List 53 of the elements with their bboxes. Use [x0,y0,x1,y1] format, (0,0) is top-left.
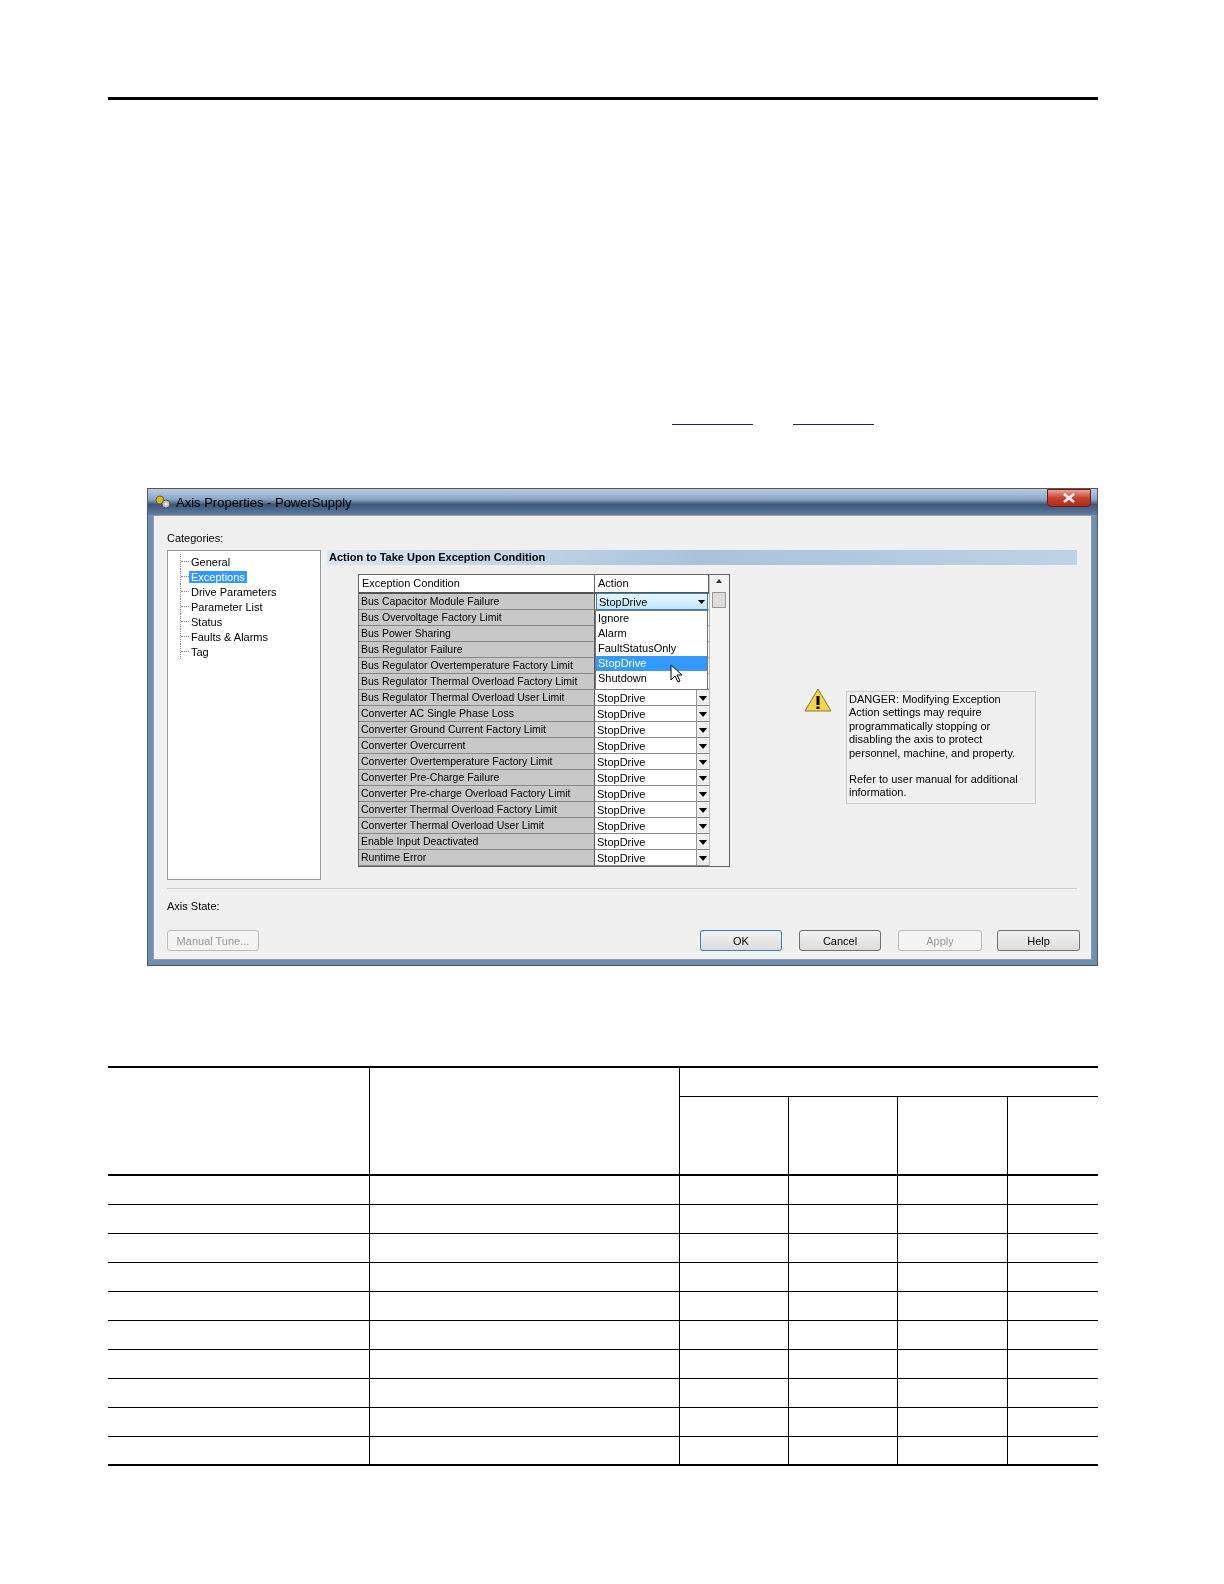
table-cell: Bus Regulator Thermal Overload User Limit [359,690,595,706]
table-cell: Converter Ground Current Factory Limit [359,722,595,738]
table-cell: Converter Overtemperature Factory Limit [359,754,595,770]
action-value: StopDrive [596,787,647,800]
table-cell: Runtime Error [359,850,595,866]
tree-item[interactable]: Faults & Alarms [189,630,271,643]
dialog-button[interactable]: Cancel [799,930,881,951]
message-text: DANGER: Modifying Exception Action settings may require programmatically stopping or disabling the axis to protect personnel, machine, and property. [849,693,1017,761]
tree-item[interactable]: Drive Parameters [189,585,279,598]
table-cell: Bus Regulator Thermal Overload Factory Limit [359,674,595,690]
table-cell: Bus Regulator Overtemperature Factory Limit [359,658,595,674]
tree-item[interactable]: Parameter List [189,600,265,613]
close-icon [1063,493,1075,503]
close-button[interactable] [1047,489,1091,507]
tree-item[interactable]: General [189,555,233,568]
table-cell: Bus Capacitor Module Failure [359,594,595,610]
action-value: StopDrive [596,723,647,736]
message-text: Refer to user manual for additional information. [849,773,1019,800]
action-value: StopDrive [596,851,647,864]
table-cell: Enable Input Deactivated [359,834,595,850]
tree-item[interactable]: Tag [189,645,211,658]
table-cell: Bus Power Sharing [359,626,595,642]
table-cell: Converter Overcurrent [359,738,595,754]
scrollbar-thumb[interactable] [712,592,726,608]
action-value: StopDrive [596,707,647,720]
action-value: StopDrive [596,755,647,768]
tree-item[interactable]: Status [189,615,225,628]
action-value: StopDrive [596,691,647,704]
dialog-button[interactable]: OK [700,930,782,951]
table-cell: Converter Thermal Overload User Limit [359,818,595,834]
table-cell: Converter AC Single Phase Loss [359,706,595,722]
table-cell: Converter Pre-Charge Failure [359,770,595,786]
column-header: Action [595,575,709,594]
action-value: StopDrive [596,771,647,784]
axis-state-label: Axis State: [167,900,220,912]
warning-icon [804,688,832,712]
table-cell: Bus Overvoltage Factory Limit [359,610,595,626]
mouse-cursor-icon [670,664,682,683]
action-dropdown[interactable]: StopDrive [596,593,708,610]
table-cell: Bus Regulator Failure [359,642,595,658]
scrollbar[interactable] [709,575,728,866]
action-value: StopDrive [596,803,647,816]
table-cell: Converter Pre-charge Overload Factory Limit [359,786,595,802]
action-value: StopDrive [596,739,647,752]
table-cell: Converter Thermal Overload Factory Limit [359,802,595,818]
column-header: Exception Condition [359,575,595,594]
action-value: StopDrive [596,835,647,848]
gear-icon [154,494,172,510]
categories-label: Categories: [167,532,224,544]
dialog-button[interactable]: Help [997,930,1080,951]
section-header: Action to Take Upon Exception Condition [327,550,1077,565]
action-value: StopDrive [596,819,647,832]
window-title: Axis Properties - PowerSupply [176,494,352,510]
